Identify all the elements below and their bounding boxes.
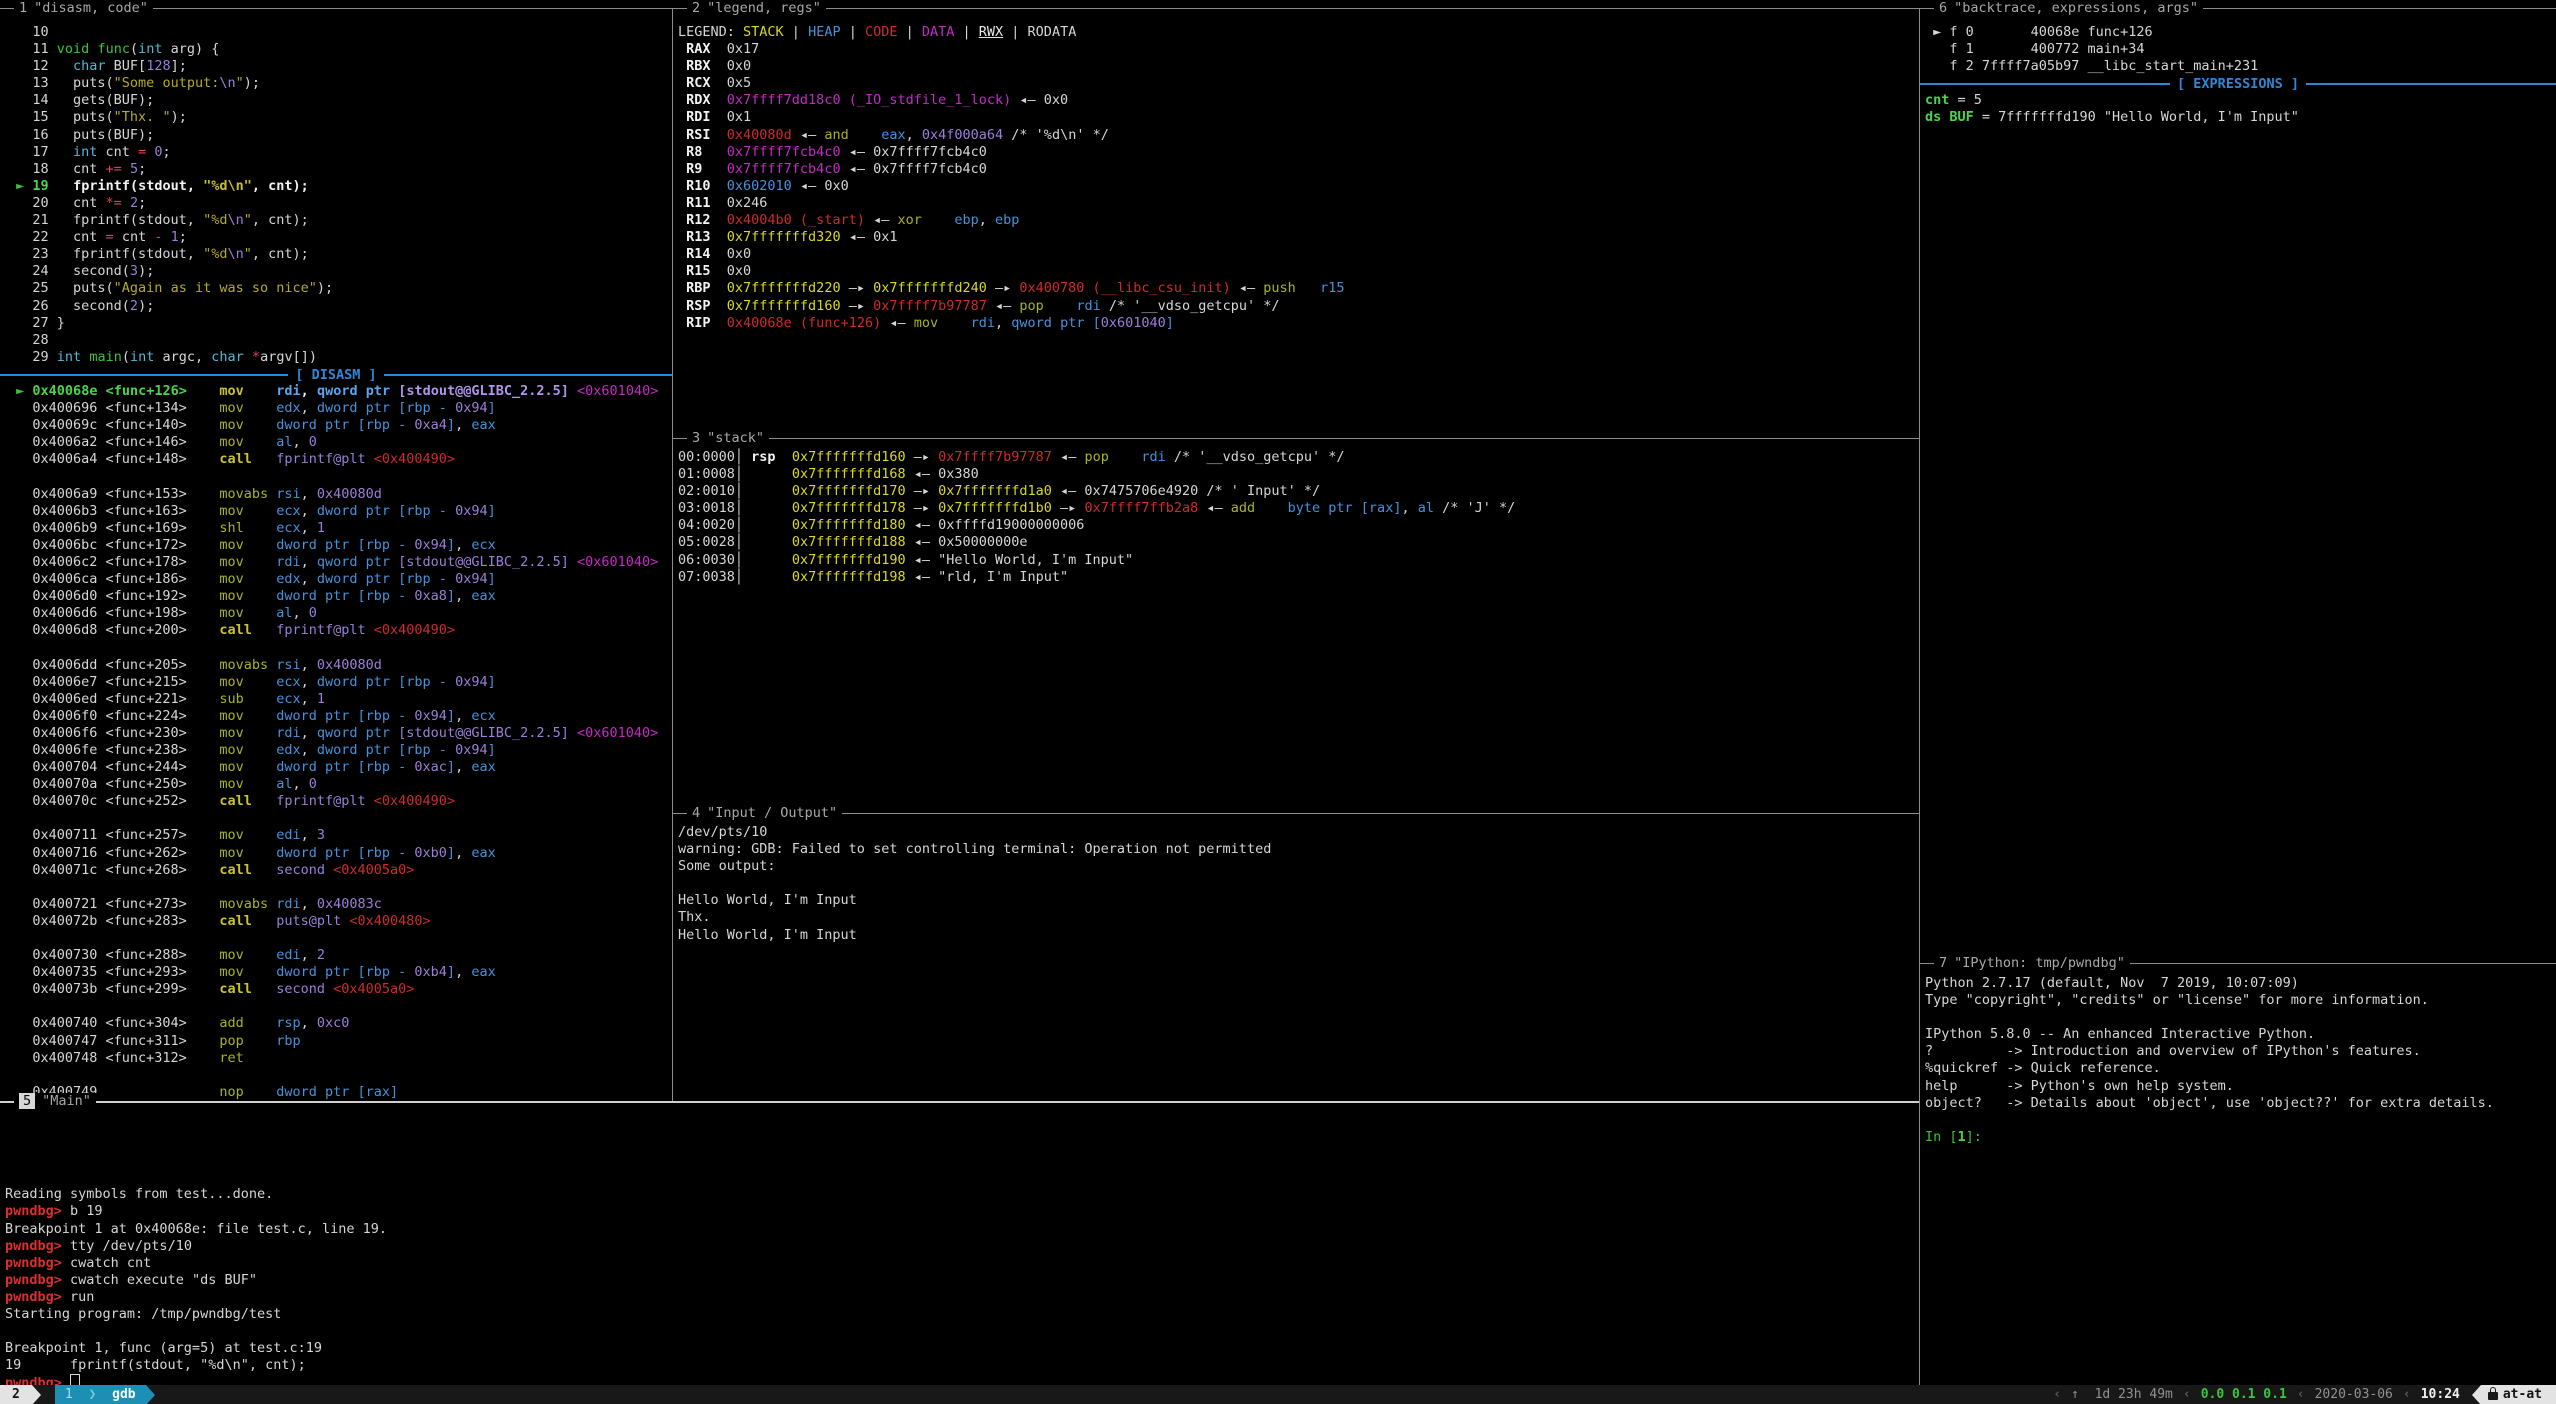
chevron-left-icon: ‹ <box>2183 1385 2191 1404</box>
pane-title-main: 5"Main" <box>14 1093 96 1110</box>
expressions-listing: cnt = 5ds BUF = 7fffffffd190 "Hello Worl… <box>1925 92 2299 126</box>
up-arrow-icon: ↑ <box>2071 1387 2079 1402</box>
pane-input-output[interactable]: 4"Input / Output" /dev/pts/10warning: GD… <box>673 805 1919 1101</box>
pane-border <box>673 8 1919 9</box>
pane-title-legend-regs: 2"legend, regs" <box>687 0 826 17</box>
window-index: 1 <box>65 1387 73 1402</box>
lock-icon <box>2488 1392 2498 1400</box>
uptime: ↑ 1d 23h 49m <box>2071 1385 2173 1404</box>
window-name: gdb <box>112 1387 135 1402</box>
disassembly-listing: ► 0x40068e <func+126> mov rdi, qword ptr… <box>8 383 658 1101</box>
pane-legend-regs[interactable]: 2"legend, regs" LEGEND: STACK | HEAP | C… <box>673 0 1919 430</box>
registers-listing: LEGEND: STACK | HEAP | CODE | DATA | RWX… <box>678 24 1345 332</box>
backtrace-listing: ► f 0 40068e func+126 f 1 400772 main+34… <box>1925 24 2258 75</box>
chevron-left-icon: ‹ <box>2403 1385 2411 1404</box>
pane-backtrace-expressions[interactable]: 6"backtrace, expressions, args" ► f 0 40… <box>1920 0 2556 955</box>
hostname-badge: at-at <box>2481 1385 2556 1404</box>
gdb-console[interactable]: Reading symbols from test...done.pwndbg>… <box>5 1118 387 1385</box>
stack-listing: 00:0000│ rsp 0x7fffffffd160 —▸ 0x7ffff7b… <box>678 449 1515 586</box>
pane-border <box>673 813 1919 814</box>
powerline-arrow-icon <box>32 1385 41 1404</box>
tmux-terminal-screen: 1"disasm, code" 10 11 void func(int arg)… <box>0 0 2556 1404</box>
powerline-arrow-icon <box>2472 1385 2481 1404</box>
pane-title-input-output: 4"Input / Output" <box>687 805 842 822</box>
status-date: 2020-03-06 <box>2315 1385 2393 1404</box>
program-output: /dev/pts/10warning: GDB: Failed to set c… <box>678 824 1271 944</box>
pane-title-ipython: 7"IPython: tmp/pwndbg" <box>1934 955 2130 972</box>
chevron-right-icon: ❯ <box>88 1387 96 1402</box>
chevron-left-icon: ‹ <box>2053 1385 2061 1404</box>
load-average: 0.0 0.1 0.1 <box>2201 1385 2287 1404</box>
window-tab-gdb[interactable]: 1 ❯ gdb <box>55 1385 146 1404</box>
vertical-pane-divider-left[interactable] <box>672 8 673 1101</box>
pane-stack[interactable]: 3"stack" 00:0000│ rsp 0x7fffffffd160 —▸ … <box>673 430 1919 805</box>
pane-ipython[interactable]: 7"IPython: tmp/pwndbg" Python 2.7.17 (de… <box>1920 955 2556 1385</box>
pane-disasm-code[interactable]: 1"disasm, code" 10 11 void func(int arg)… <box>0 0 672 1101</box>
pane-title-backtrace: 6"backtrace, expressions, args" <box>1934 0 2203 17</box>
pane-title-disasm-code: 1"disasm, code" <box>14 0 153 17</box>
expressions-section-header: [ EXPRESSIONS ] <box>1920 75 2556 92</box>
session-badge[interactable]: 2 <box>0 1385 32 1404</box>
source-code-listing: 10 11 void func(int arg) { 12 char BUF[1… <box>8 24 333 366</box>
powerline-arrow-icon <box>146 1385 155 1404</box>
status-clock: 10:24 <box>2421 1385 2460 1404</box>
chevron-left-icon: ‹ <box>2297 1385 2305 1404</box>
pane-border-active <box>0 1101 1919 1103</box>
pane-main-gdb[interactable]: 5"Main" Reading symbols from test...done… <box>0 1093 1919 1385</box>
vertical-pane-divider-right[interactable] <box>1919 8 1920 1385</box>
ipython-console[interactable]: Python 2.7.17 (default, Nov 7 2019, 10:0… <box>1925 975 2494 1146</box>
pane-title-stack: 3"stack" <box>687 430 769 447</box>
pane-border <box>673 438 1919 439</box>
disasm-section-header: [ DISASM ] <box>0 366 672 383</box>
tmux-status-bar: 2 1 ❯ gdb ‹ ↑ 1d 23h 49m ‹ 0.0 0.1 0.1 ‹… <box>0 1385 2556 1404</box>
status-right: ‹ ↑ 1d 23h 49m ‹ 0.0 0.1 0.1 ‹ 2020-03-0… <box>2043 1385 2556 1404</box>
